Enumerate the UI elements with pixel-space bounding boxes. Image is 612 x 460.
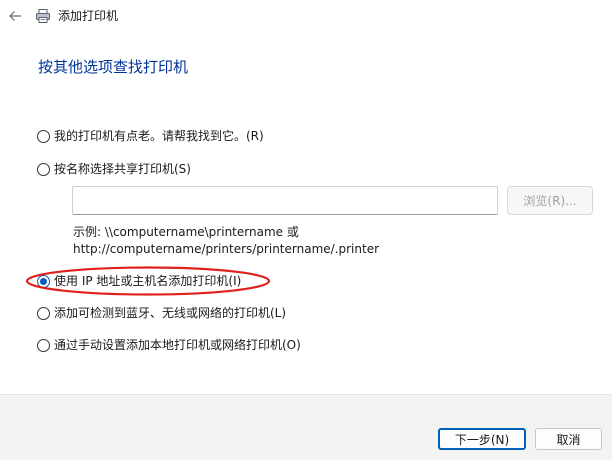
page-title: 按其他选项查找打印机	[38, 58, 189, 76]
back-button[interactable]	[4, 5, 26, 27]
cancel-button[interactable]: 取消	[535, 428, 602, 450]
option-label: 使用 IP 地址或主机名添加打印机(I)	[54, 274, 242, 288]
option-label: 按名称选择共享打印机(S)	[54, 162, 191, 176]
footer-bar	[0, 394, 612, 460]
radio-manual-local-or-network[interactable]	[37, 338, 50, 352]
option-manual-local-or-network[interactable]: 通过手动设置添加本地打印机或网络打印机(O)	[37, 336, 301, 354]
option-printer-is-old[interactable]: 我的打印机有点老。请帮我找到它。(R)	[37, 127, 264, 145]
window-title: 添加打印机	[58, 9, 119, 23]
radio-shared-printer-by-name[interactable]	[37, 162, 50, 176]
shared-printer-name-input[interactable]	[72, 186, 498, 215]
example-line-1: 示例: \\computername\printername 或	[73, 225, 299, 239]
option-bluetooth-wireless-network[interactable]: 添加可检测到蓝牙、无线或网络的打印机(L)	[37, 304, 286, 322]
radio-printer-is-old[interactable]	[37, 129, 50, 143]
option-ip-or-hostname[interactable]: 使用 IP 地址或主机名添加打印机(I)	[37, 272, 241, 290]
option-shared-printer-by-name[interactable]: 按名称选择共享打印机(S)	[37, 160, 191, 178]
option-label: 通过手动设置添加本地打印机或网络打印机(O)	[54, 338, 301, 352]
next-button[interactable]: 下一步(N)	[438, 428, 526, 450]
arrow-left-icon	[9, 11, 21, 21]
printer-icon	[36, 9, 50, 23]
browse-button[interactable]: 浏览(R)...	[507, 186, 593, 215]
example-text: 示例: \\computername\printername 或 http://…	[73, 224, 379, 258]
title-bar: 添加打印机	[0, 0, 612, 32]
option-label: 我的打印机有点老。请帮我找到它。(R)	[54, 129, 264, 143]
example-line-2: http://computername/printers/printername…	[73, 242, 380, 256]
option-label: 添加可检测到蓝牙、无线或网络的打印机(L)	[54, 306, 287, 320]
radio-ip-or-hostname[interactable]	[37, 274, 50, 288]
radio-bluetooth-wireless-network[interactable]	[37, 306, 50, 320]
